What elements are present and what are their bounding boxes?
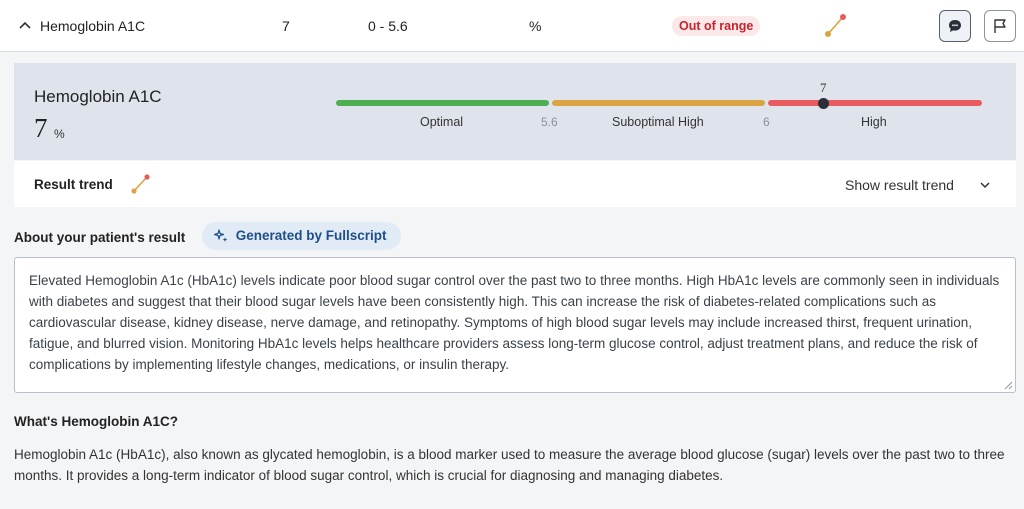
flag-icon bbox=[994, 19, 1006, 33]
result-summary-textarea[interactable]: Elevated Hemoglobin A1c (HbA1c) levels i… bbox=[14, 257, 1016, 393]
flag-button[interactable] bbox=[984, 10, 1016, 42]
range-label-optimal: Optimal bbox=[420, 115, 464, 129]
result-summary-text: Elevated Hemoglobin A1c (HbA1c) levels i… bbox=[29, 273, 1000, 372]
result-value: 7 bbox=[282, 18, 290, 34]
marker-label: 7 bbox=[820, 80, 827, 95]
what-is-title: What's Hemoglobin A1C? bbox=[14, 414, 178, 429]
generated-by-text: Generated by Fullscript bbox=[235, 228, 387, 243]
chevron-up-icon[interactable] bbox=[18, 18, 32, 32]
result-unit: % bbox=[529, 18, 542, 34]
sparkle-icon bbox=[213, 229, 228, 242]
comment-icon bbox=[949, 20, 961, 32]
result-marker bbox=[818, 98, 829, 109]
comment-button[interactable] bbox=[939, 10, 971, 42]
trend-line-icon bbox=[825, 14, 846, 37]
detail-unit: % bbox=[54, 127, 65, 141]
generated-by-badge: Generated by Fullscript bbox=[202, 222, 401, 250]
detail-value: 7 bbox=[34, 113, 48, 143]
resize-handle-icon[interactable] bbox=[1004, 381, 1013, 390]
chevron-down-icon[interactable] bbox=[979, 179, 991, 191]
result-detail-panel: Hemoglobin A1C 7 % 7 Optimal 5.6 Subopti… bbox=[14, 63, 1016, 160]
result-trend-row[interactable]: Result trend Show result trend bbox=[14, 161, 1016, 207]
result-trend-label: Result trend bbox=[34, 177, 113, 192]
range-bar-high bbox=[768, 100, 982, 106]
range-tick-6: 6 bbox=[763, 115, 770, 129]
trend-line-icon bbox=[131, 174, 150, 194]
result-row[interactable]: Hemoglobin A1C 7 0 - 5.6 % Out of range bbox=[0, 0, 1024, 52]
status-badge: Out of range bbox=[672, 16, 761, 36]
about-result-label: About your patient's result bbox=[14, 230, 186, 245]
range-label-high: High bbox=[861, 115, 887, 129]
what-is-text: Hemoglobin A1c (HbA1c), also known as gl… bbox=[14, 447, 1005, 483]
show-result-trend-toggle[interactable]: Show result trend bbox=[845, 177, 954, 193]
range-bar-suboptimal-high bbox=[552, 100, 765, 106]
detail-title: Hemoglobin A1C bbox=[34, 87, 162, 106]
range-tick-5-6: 5.6 bbox=[541, 115, 558, 129]
result-name: Hemoglobin A1C bbox=[40, 18, 146, 34]
reference-range: 0 - 5.6 bbox=[368, 18, 408, 34]
range-label-suboptimal-high: Suboptimal High bbox=[612, 115, 704, 129]
range-bar-optimal bbox=[336, 100, 549, 106]
